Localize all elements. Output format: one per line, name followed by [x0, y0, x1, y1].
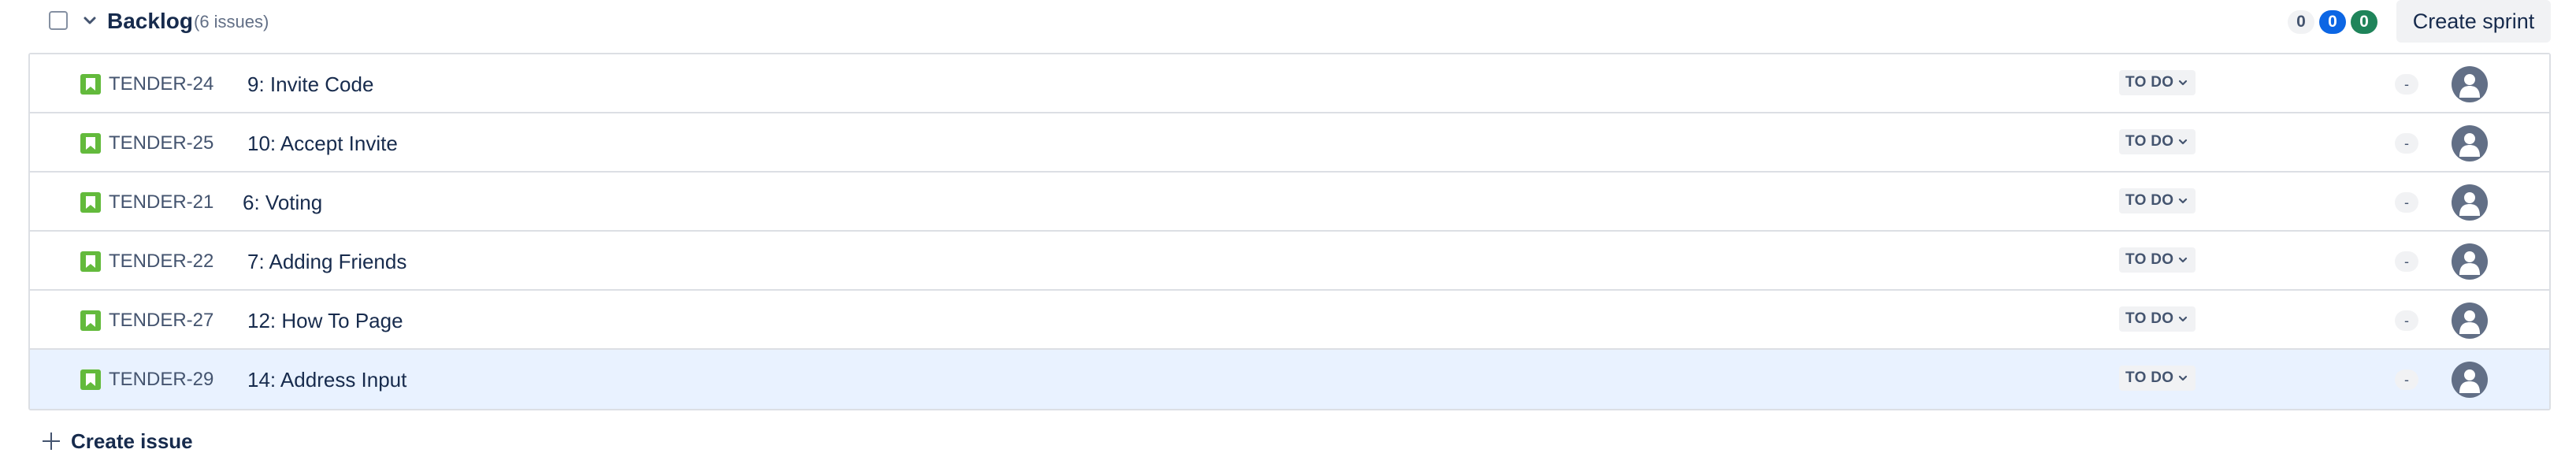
chevron-down-icon [2179, 198, 2188, 204]
issue-summary[interactable]: 14: Address Input [247, 367, 406, 392]
select-all-checkbox[interactable] [49, 11, 68, 30]
status-dropdown[interactable]: TO DO [2119, 188, 2196, 213]
story-icon [80, 369, 101, 390]
chevron-down-icon[interactable] [79, 9, 101, 32]
status-label: TO DO [2125, 192, 2174, 209]
issue-row[interactable]: TENDER-24 9: Invite Code TO DO - [30, 54, 2549, 113]
story-icon [80, 133, 101, 154]
issue-row[interactable]: TENDER-27 12: How To Page TO DO - [30, 291, 2549, 350]
issue-key[interactable]: TENDER-29 [109, 369, 213, 391]
status-dropdown[interactable]: TO DO [2119, 366, 2196, 391]
unassigned-avatar-icon[interactable] [2452, 184, 2488, 221]
status-label: TO DO [2125, 310, 2174, 327]
plus-icon [41, 431, 61, 451]
issue-summary[interactable]: 7: Adding Friends [247, 249, 406, 274]
estimate-badge[interactable]: - [2395, 369, 2418, 390]
issue-row[interactable]: TENDER-21 6: Voting TO DO - [30, 173, 2549, 232]
issue-key[interactable]: TENDER-27 [109, 310, 213, 332]
issue-list: TENDER-24 9: Invite Code TO DO - TENDER-… [28, 53, 2551, 410]
issue-key[interactable]: TENDER-24 [109, 73, 213, 95]
issue-row[interactable]: TENDER-29 14: Address Input TO DO - [30, 350, 2549, 409]
issue-summary[interactable]: 12: How To Page [247, 308, 403, 333]
unassigned-avatar-icon[interactable] [2452, 66, 2488, 102]
create-sprint-button[interactable]: Create sprint [2396, 0, 2551, 43]
unassigned-avatar-icon[interactable] [2452, 125, 2488, 161]
issue-key[interactable]: TENDER-22 [109, 251, 213, 273]
unassigned-avatar-icon[interactable] [2452, 303, 2488, 339]
done-count-badge: 0 [2351, 10, 2377, 34]
estimate-badge[interactable]: - [2395, 310, 2418, 331]
unassigned-avatar-icon[interactable] [2452, 362, 2488, 398]
issue-summary[interactable]: 9: Invite Code [247, 72, 373, 97]
issue-key[interactable]: TENDER-25 [109, 132, 213, 154]
status-label: TO DO [2125, 369, 2174, 386]
issue-row[interactable]: TENDER-22 7: Adding Friends TO DO - [30, 232, 2549, 291]
chevron-down-icon [2179, 375, 2188, 381]
story-icon [80, 74, 101, 95]
issue-summary[interactable]: 10: Accept Invite [247, 131, 398, 156]
estimate-badge[interactable]: - [2395, 133, 2418, 154]
create-issue-button[interactable]: Create issue [41, 425, 193, 457]
backlog-header: Backlog (6 issues) 0 0 0 Create sprint [0, 0, 2576, 43]
status-dropdown[interactable]: TO DO [2119, 247, 2196, 273]
status-counts: 0 0 0 [2288, 10, 2377, 34]
chevron-down-icon [2179, 257, 2188, 263]
estimate-badge[interactable]: - [2395, 74, 2418, 95]
chevron-down-icon [2179, 139, 2188, 145]
issue-count: (6 issues) [194, 12, 269, 32]
status-dropdown[interactable]: TO DO [2119, 129, 2196, 154]
issue-row[interactable]: TENDER-25 10: Accept Invite TO DO - [30, 113, 2549, 173]
create-issue-label: Create issue [71, 429, 193, 453]
story-icon [80, 192, 101, 213]
unassigned-avatar-icon[interactable] [2452, 243, 2488, 280]
chevron-down-icon [2179, 80, 2188, 86]
estimate-badge[interactable]: - [2395, 251, 2418, 272]
todo-count-badge: 0 [2288, 10, 2314, 34]
status-label: TO DO [2125, 133, 2174, 150]
in-progress-count-badge: 0 [2319, 10, 2346, 34]
status-dropdown[interactable]: TO DO [2119, 70, 2196, 95]
estimate-badge[interactable]: - [2395, 192, 2418, 213]
chevron-down-icon [2179, 316, 2188, 322]
issue-summary[interactable]: 6: Voting [243, 190, 322, 215]
story-icon [80, 310, 101, 331]
issue-key[interactable]: TENDER-21 [109, 191, 213, 213]
backlog-title[interactable]: Backlog [107, 8, 193, 35]
status-dropdown[interactable]: TO DO [2119, 306, 2196, 332]
story-icon [80, 251, 101, 272]
status-label: TO DO [2125, 74, 2174, 91]
status-label: TO DO [2125, 251, 2174, 268]
